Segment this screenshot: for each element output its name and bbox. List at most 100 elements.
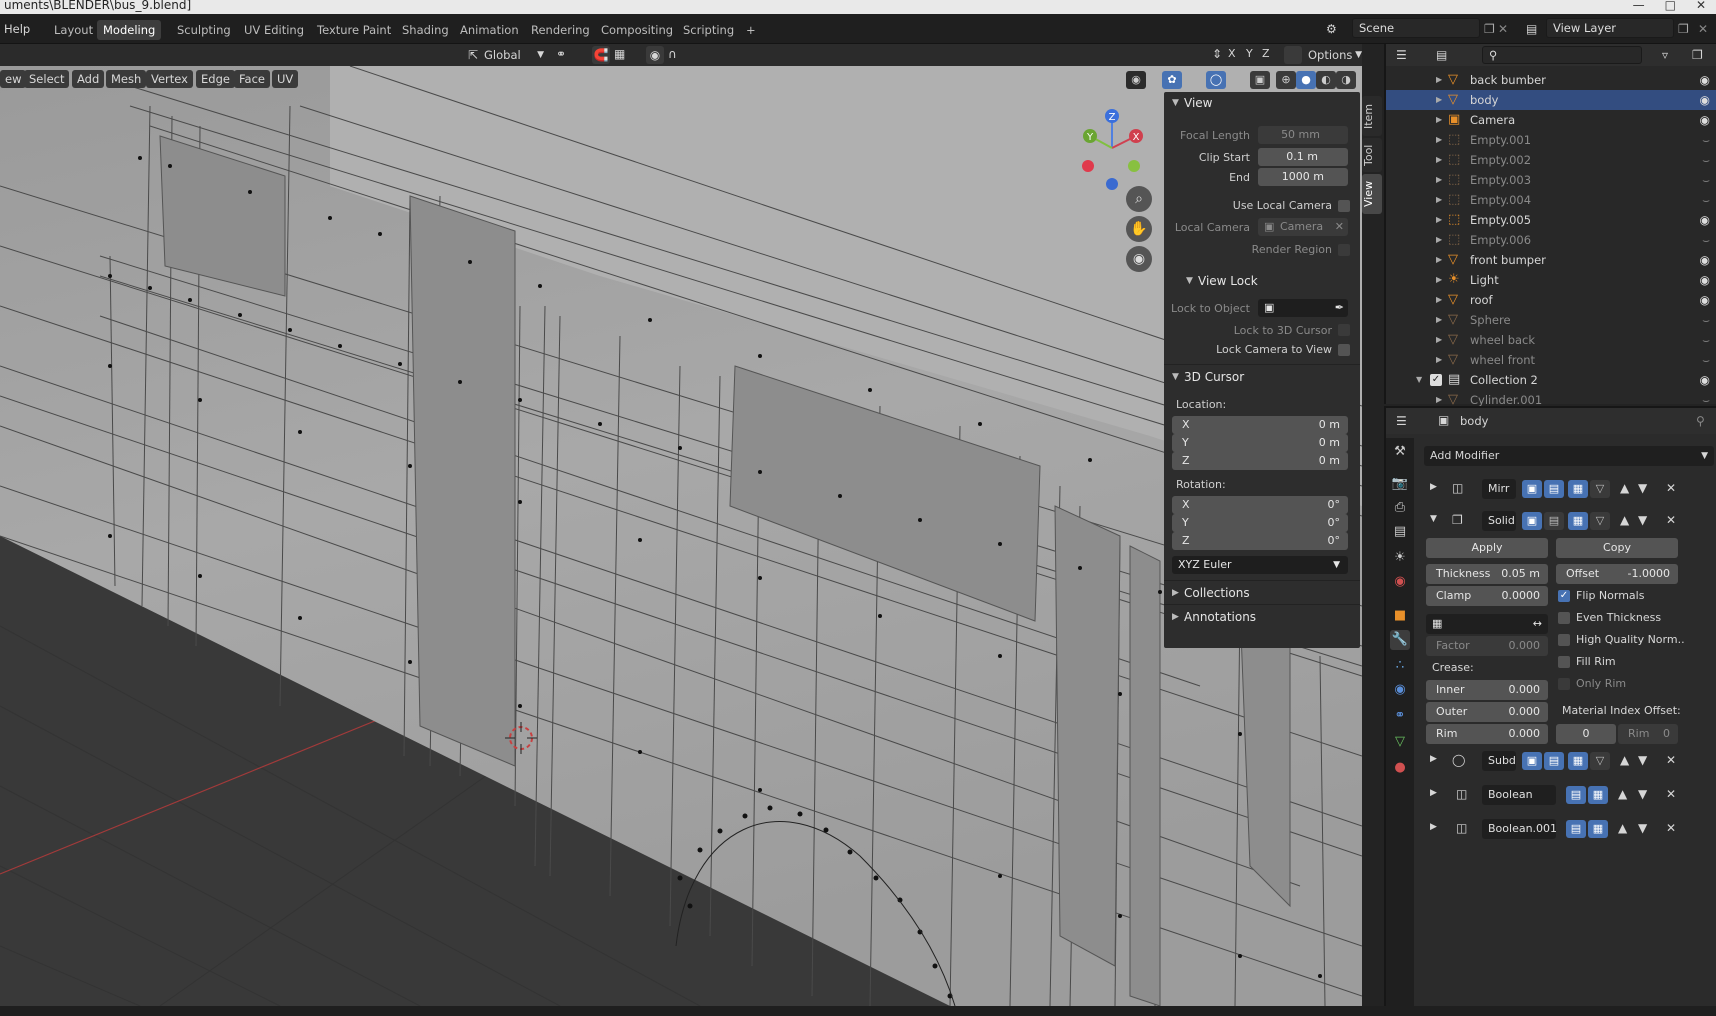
- scene-tab-icon[interactable]: ☀: [1390, 548, 1410, 568]
- eye-icon[interactable]: ◉: [1700, 210, 1710, 230]
- invert-icon[interactable]: ↔: [1533, 614, 1542, 634]
- outliner-item[interactable]: ▶ ⬚ Empty.005 ◉: [1386, 210, 1716, 230]
- outliner-item[interactable]: ▶ ▽ body ◉: [1386, 90, 1716, 110]
- outliner-item[interactable]: ▶ ⬚ Empty.004 ⌣: [1386, 190, 1716, 210]
- editmode-toggle-icon[interactable]: ▣: [1522, 752, 1542, 770]
- tab-rendering[interactable]: Rendering: [525, 20, 596, 40]
- tab-modeling[interactable]: Modeling: [97, 20, 162, 40]
- chevron-right-icon[interactable]: ▶: [1430, 788, 1437, 798]
- outliner-item[interactable]: ▶ ⬚ Empty.001 ⌣: [1386, 130, 1716, 150]
- modifier-tab-icon[interactable]: 🔧: [1390, 630, 1410, 650]
- modifier-boolean[interactable]: ▶ ◫ Boolean ▤ ▦ ▲ ▼ ✕: [1424, 782, 1714, 808]
- local-camera-field[interactable]: ▣ Camera ✕: [1258, 218, 1348, 236]
- camera-view-icon[interactable]: ◉: [1126, 246, 1152, 272]
- mirror-x[interactable]: X: [1228, 47, 1236, 60]
- chevron-down-icon[interactable]: ▼: [1416, 370, 1422, 390]
- editmode-toggle-icon[interactable]: ▣: [1522, 512, 1542, 530]
- cage-toggle-icon[interactable]: ▽: [1590, 512, 1610, 530]
- lock-to-cursor-checkbox[interactable]: [1338, 324, 1350, 336]
- factor-field[interactable]: Factor 0.000: [1426, 636, 1548, 656]
- cursor-location-y[interactable]: Y0 m: [1172, 434, 1348, 452]
- modifier-name[interactable]: Boolean.001: [1482, 819, 1557, 839]
- fill-rim-checkbox[interactable]: [1558, 656, 1570, 668]
- chevron-right-icon[interactable]: ▶: [1436, 290, 1442, 310]
- solid-shading-icon[interactable]: ●: [1296, 71, 1316, 89]
- move-up-icon[interactable]: ▲: [1620, 753, 1629, 767]
- tool-tab-icon[interactable]: ⚒: [1390, 442, 1410, 462]
- eye-icon[interactable]: ◉: [1700, 70, 1710, 90]
- tab-texture-paint[interactable]: Texture Paint: [311, 20, 397, 40]
- render-region-checkbox[interactable]: [1338, 244, 1350, 256]
- chevron-right-icon[interactable]: ▶: [1430, 754, 1437, 764]
- lock-camera-to-view-checkbox[interactable]: [1338, 344, 1350, 356]
- modifier-name[interactable]: Mirr: [1482, 479, 1516, 499]
- cage-toggle-icon[interactable]: ▽: [1590, 752, 1610, 770]
- eye-icon[interactable]: ◉: [1700, 370, 1710, 390]
- add-modifier-dropdown[interactable]: Add Modifier ▼: [1424, 446, 1714, 466]
- tab-sculpting[interactable]: Sculpting: [171, 20, 237, 40]
- physics-tab-icon[interactable]: ◉: [1390, 680, 1410, 700]
- chevron-right-icon[interactable]: ▶: [1436, 130, 1442, 150]
- viewport-toggle-icon[interactable]: ▤: [1566, 786, 1586, 804]
- tab-layout[interactable]: Layout: [48, 20, 99, 40]
- modifier-boolean-001[interactable]: ▶ ◫ Boolean.001 ▤ ▦ ▲ ▼ ✕: [1424, 816, 1714, 842]
- particles-tab-icon[interactable]: ∴: [1390, 656, 1410, 676]
- crease-inner-field[interactable]: Inner 0.000: [1426, 680, 1548, 700]
- maximize-icon[interactable]: □: [1665, 0, 1676, 11]
- outliner-item[interactable]: ▶ ▽ roof ◉: [1386, 290, 1716, 310]
- render-tab-icon[interactable]: 📷: [1390, 474, 1410, 494]
- remove-modifier-icon[interactable]: ✕: [1666, 753, 1676, 767]
- proportional-edit-icon[interactable]: ◉: [646, 46, 664, 64]
- remove-modifier-icon[interactable]: ✕: [1666, 481, 1676, 495]
- remove-modifier-icon[interactable]: ✕: [1666, 787, 1676, 801]
- modifier-name[interactable]: Boolean: [1482, 785, 1556, 805]
- chevron-right-icon[interactable]: ▶: [1436, 350, 1442, 370]
- filter-icon[interactable]: ▿: [1662, 48, 1668, 62]
- vertex-group-field[interactable]: ▦ ↔: [1426, 614, 1548, 634]
- options-dropdown[interactable]: Options ▼: [1308, 46, 1362, 64]
- outliner-item[interactable]: ▼ ✓ ▤ Collection 2 ◉: [1386, 370, 1716, 390]
- material-offset-field[interactable]: 0: [1556, 724, 1616, 744]
- move-down-icon[interactable]: ▼: [1638, 753, 1647, 767]
- navigation-gizmo[interactable]: Z X Y: [1068, 106, 1158, 196]
- viewport-toggle-icon[interactable]: ▤: [1566, 820, 1586, 838]
- render-toggle-icon[interactable]: ▦: [1588, 820, 1608, 838]
- chevron-right-icon[interactable]: ▶: [1436, 70, 1442, 90]
- hidden-eye-icon[interactable]: ⌣: [1702, 310, 1710, 330]
- output-tab-icon[interactable]: ⎙: [1390, 498, 1410, 518]
- gizmo-toggle-icon[interactable]: ✿: [1162, 71, 1182, 89]
- editor-type-icon[interactable]: ☰: [1396, 48, 1407, 62]
- chevron-right-icon[interactable]: ▶: [1436, 150, 1442, 170]
- close-window-icon[interactable]: ✕: [1696, 0, 1706, 11]
- add-workspace-button[interactable]: +: [740, 20, 762, 40]
- crease-outer-field[interactable]: Outer 0.000: [1426, 702, 1548, 722]
- lock-to-object-field[interactable]: ▣ ✒: [1258, 299, 1348, 317]
- scene-selector[interactable]: Scene: [1352, 18, 1480, 38]
- constraints-tab-icon[interactable]: ⚭: [1390, 706, 1410, 726]
- even-thickness-checkbox[interactable]: [1558, 612, 1570, 624]
- cursor-rotation-y[interactable]: Y 0°: [1172, 514, 1348, 532]
- tab-item[interactable]: Item: [1362, 96, 1382, 136]
- hidden-eye-icon[interactable]: ⌣: [1702, 130, 1710, 150]
- material-tab-icon[interactable]: ●: [1390, 758, 1410, 778]
- pivot-point-icon[interactable]: ⚭: [556, 47, 566, 61]
- tab-tool[interactable]: Tool: [1362, 138, 1382, 172]
- view-section-header[interactable]: ▼ View: [1164, 92, 1360, 114]
- cursor-rotation-z[interactable]: Z 0°: [1172, 532, 1348, 550]
- material-rim-offset-field[interactable]: Rim 0: [1618, 724, 1678, 744]
- clear-icon[interactable]: ✕: [1335, 218, 1344, 236]
- clip-start-field[interactable]: 0.1 m: [1258, 148, 1348, 166]
- 3d-cursor-section-header[interactable]: ▼ 3D Cursor: [1164, 366, 1360, 388]
- new-collection-icon[interactable]: ❐: [1692, 48, 1703, 62]
- move-down-icon[interactable]: ▼: [1638, 821, 1647, 835]
- outliner-item[interactable]: ▶ ▽ back bumber ◉: [1386, 70, 1716, 90]
- eye-icon[interactable]: ◉: [1700, 90, 1710, 110]
- rendered-shading-icon[interactable]: ◑: [1336, 71, 1356, 89]
- overlay-toggle-icon[interactable]: ◯: [1206, 71, 1226, 89]
- high-quality-normals-checkbox[interactable]: [1558, 634, 1570, 646]
- mesh-data-tab-icon[interactable]: ▽: [1390, 732, 1410, 752]
- viewport-toggle-icon[interactable]: ▤: [1544, 480, 1564, 498]
- menu-add[interactable]: Add: [72, 70, 105, 88]
- hidden-eye-icon[interactable]: ⌣: [1702, 190, 1710, 210]
- menu-view[interactable]: ew: [0, 70, 27, 88]
